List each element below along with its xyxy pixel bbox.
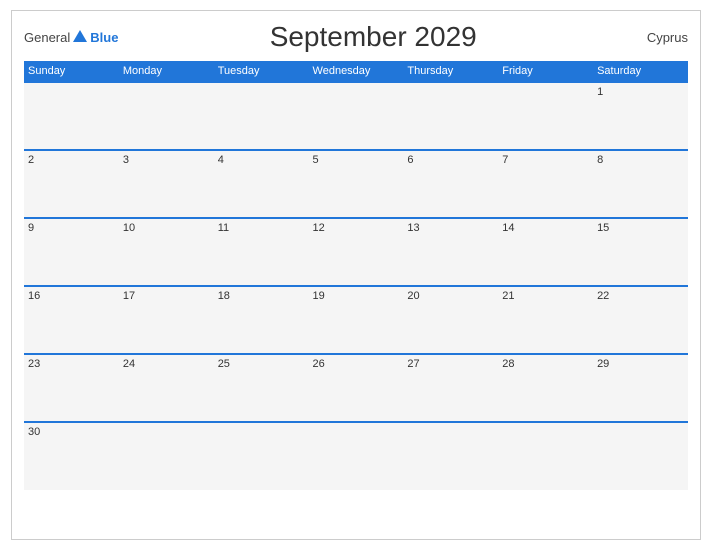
day-number: 23 <box>28 358 40 370</box>
day-number: 30 <box>28 426 40 438</box>
table-row: 10 <box>119 218 214 286</box>
header-sunday: Sunday <box>24 61 119 82</box>
table-row <box>593 422 688 490</box>
day-number: 2 <box>28 154 34 166</box>
table-row <box>214 422 309 490</box>
table-row <box>119 422 214 490</box>
table-row <box>403 82 498 150</box>
table-row <box>119 82 214 150</box>
table-row: 17 <box>119 286 214 354</box>
day-number: 9 <box>28 222 34 234</box>
day-number: 7 <box>502 154 508 166</box>
day-number: 12 <box>313 222 325 234</box>
table-row <box>24 82 119 150</box>
logo-triangle-icon <box>73 30 87 42</box>
header-monday: Monday <box>119 61 214 82</box>
table-row: 28 <box>498 354 593 422</box>
day-number: 6 <box>407 154 413 166</box>
table-row: 30 <box>24 422 119 490</box>
day-number: 24 <box>123 358 135 370</box>
table-row: 13 <box>403 218 498 286</box>
table-row: 16 <box>24 286 119 354</box>
country-label: Cyprus <box>628 30 688 45</box>
table-row: 26 <box>309 354 404 422</box>
header-friday: Friday <box>498 61 593 82</box>
table-row: 20 <box>403 286 498 354</box>
calendar-week-row: 16 17 18 19 20 21 22 <box>24 286 688 354</box>
header-thursday: Thursday <box>403 61 498 82</box>
logo-general-text: General <box>24 30 70 45</box>
header-wednesday: Wednesday <box>309 61 404 82</box>
header-saturday: Saturday <box>593 61 688 82</box>
table-row: 24 <box>119 354 214 422</box>
day-number: 25 <box>218 358 230 370</box>
day-number: 19 <box>313 290 325 302</box>
calendar-week-row: 9 10 11 12 13 14 15 <box>24 218 688 286</box>
table-row: 15 <box>593 218 688 286</box>
calendar-week-row: 30 <box>24 422 688 490</box>
table-row <box>309 82 404 150</box>
calendar-week-row: 23 24 25 26 27 28 29 <box>24 354 688 422</box>
table-row <box>498 82 593 150</box>
day-number: 20 <box>407 290 419 302</box>
table-row: 19 <box>309 286 404 354</box>
day-number: 13 <box>407 222 419 234</box>
table-row: 7 <box>498 150 593 218</box>
day-number: 11 <box>218 222 229 234</box>
day-number: 29 <box>597 358 609 370</box>
day-number: 4 <box>218 154 224 166</box>
table-row: 3 <box>119 150 214 218</box>
calendar-week-row: 2 3 4 5 6 7 8 <box>24 150 688 218</box>
table-row: 29 <box>593 354 688 422</box>
day-number: 22 <box>597 290 609 302</box>
calendar-table: Sunday Monday Tuesday Wednesday Thursday… <box>24 61 688 490</box>
table-row: 9 <box>24 218 119 286</box>
calendar-header: General Blue September 2029 Cyprus <box>24 21 688 53</box>
day-number: 8 <box>597 154 603 166</box>
table-row: 22 <box>593 286 688 354</box>
day-number: 28 <box>502 358 514 370</box>
table-row <box>214 82 309 150</box>
day-number: 16 <box>28 290 40 302</box>
table-row: 2 <box>24 150 119 218</box>
day-number: 10 <box>123 222 135 234</box>
day-number: 17 <box>123 290 135 302</box>
table-row: 14 <box>498 218 593 286</box>
table-row: 6 <box>403 150 498 218</box>
table-row: 25 <box>214 354 309 422</box>
calendar-week-row: 1 <box>24 82 688 150</box>
logo: General Blue <box>24 30 118 45</box>
table-row: 12 <box>309 218 404 286</box>
day-number: 18 <box>218 290 230 302</box>
day-number: 1 <box>597 86 603 98</box>
table-row <box>498 422 593 490</box>
weekday-header-row: Sunday Monday Tuesday Wednesday Thursday… <box>24 61 688 82</box>
logo-blue-text: Blue <box>90 30 118 45</box>
day-number: 3 <box>123 154 129 166</box>
day-number: 21 <box>502 290 514 302</box>
table-row: 27 <box>403 354 498 422</box>
table-row <box>309 422 404 490</box>
table-row: 18 <box>214 286 309 354</box>
table-row <box>403 422 498 490</box>
table-row: 8 <box>593 150 688 218</box>
day-number: 15 <box>597 222 609 234</box>
table-row: 11 <box>214 218 309 286</box>
table-row: 21 <box>498 286 593 354</box>
day-number: 14 <box>502 222 514 234</box>
table-row: 5 <box>309 150 404 218</box>
day-number: 27 <box>407 358 419 370</box>
calendar-container: General Blue September 2029 Cyprus Sunda… <box>11 10 701 540</box>
day-number: 26 <box>313 358 325 370</box>
day-number: 5 <box>313 154 319 166</box>
table-row: 1 <box>593 82 688 150</box>
table-row: 23 <box>24 354 119 422</box>
table-row: 4 <box>214 150 309 218</box>
header-tuesday: Tuesday <box>214 61 309 82</box>
calendar-title: September 2029 <box>118 21 628 53</box>
